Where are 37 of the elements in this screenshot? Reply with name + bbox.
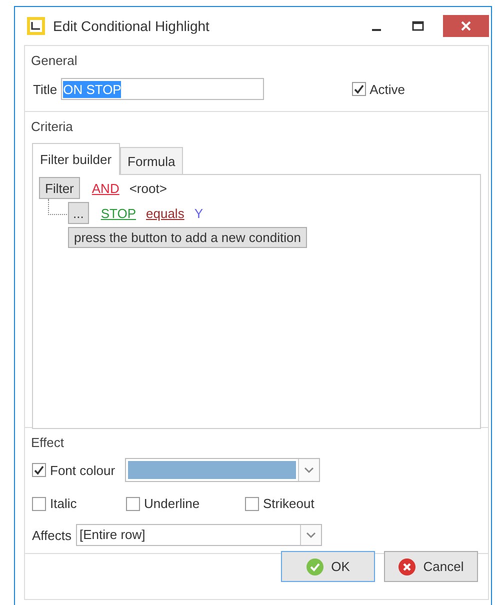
tab[interactable]: Filter builder	[32, 143, 120, 175]
app-icon	[27, 17, 45, 35]
close-button[interactable]	[443, 15, 489, 37]
add-condition-button[interactable]: press the button to add a new condition	[68, 227, 307, 248]
cancel-icon	[398, 558, 416, 576]
operator-link[interactable]: equals	[146, 206, 184, 220]
checkbox[interactable]	[245, 496, 259, 510]
tree-line	[48, 199, 67, 215]
checkbox-label: Strikeout	[263, 496, 314, 511]
colour-dropdown[interactable]	[125, 458, 320, 482]
value-link[interactable]: Y	[194, 206, 203, 220]
operator-link[interactable]: AND	[92, 180, 120, 196]
group-label: <root>	[129, 180, 167, 196]
chevron-down-icon	[298, 459, 320, 481]
checkbox-label: Active	[370, 82, 405, 96]
cancel-button[interactable]: Cancel	[384, 551, 478, 582]
condition-menu-button[interactable]: ...	[68, 202, 89, 224]
checkbox[interactable]	[126, 496, 140, 510]
affects-dropdown[interactable]: [Entire row]	[76, 524, 322, 546]
checkbox[interactable]	[32, 496, 46, 510]
filter-button[interactable]: Filter	[39, 177, 80, 199]
tab[interactable]: Formula	[120, 147, 184, 174]
maximize-icon	[412, 20, 424, 32]
close-icon	[460, 20, 472, 32]
ok-button[interactable]: OK	[281, 551, 375, 582]
field-label: Title	[33, 82, 58, 96]
checkbox[interactable]	[32, 463, 46, 477]
field-link[interactable]: STOP	[100, 206, 136, 220]
checkbox-label: Font colour	[50, 462, 116, 478]
check-icon	[306, 558, 324, 576]
window-title: Edit Conditional Highlight	[53, 18, 210, 34]
checkbox[interactable]	[352, 82, 366, 96]
minimize-icon	[372, 29, 380, 31]
checkbox-label: Underline	[144, 496, 200, 511]
checkbox-label: Italic	[50, 496, 77, 511]
chevron-down-icon	[300, 525, 321, 545]
field-label: Affects	[32, 528, 72, 542]
